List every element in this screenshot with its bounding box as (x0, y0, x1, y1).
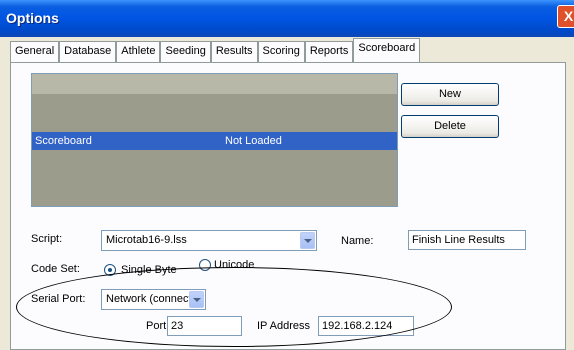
window-title: Options (6, 10, 59, 26)
serial-port-label: Serial Port: (31, 293, 86, 305)
port-field[interactable]: 23 (167, 316, 242, 336)
tab-scoring[interactable]: Scoring (257, 41, 305, 62)
ip-address-value: 192.168.2.124 (322, 320, 393, 332)
single-byte-radio[interactable] (104, 264, 116, 276)
close-icon: X (563, 8, 574, 24)
title-bar: Options X (0, 0, 574, 37)
scoreboard-list[interactable]: Scoreboard Not Loaded (31, 73, 398, 207)
script-label: Script: (31, 233, 63, 245)
script-value: Microtab16-9.lss (106, 234, 187, 246)
list-item-status: Not Loaded (225, 135, 282, 147)
serial-port-select[interactable]: Network (connect (101, 289, 206, 310)
tab-reports[interactable]: Reports (304, 41, 354, 62)
script-select[interactable]: Microtab16-9.lss (101, 230, 317, 251)
port-label: Port (146, 320, 167, 332)
delete-button[interactable]: Delete (401, 115, 499, 138)
single-byte-label: Single Byte (121, 264, 177, 276)
serial-port-value: Network (connect (106, 293, 190, 305)
scoreboard-panel: Scoreboard Not Loaded New Delete Script:… (10, 62, 566, 350)
port-value: 23 (171, 320, 184, 332)
close-button[interactable]: X (557, 5, 574, 28)
list-header (32, 74, 397, 94)
ip-address-label: IP Address (257, 320, 310, 332)
code-set-label: Code Set: (31, 263, 80, 275)
tab-seeding[interactable]: Seeding (160, 41, 211, 62)
name-field[interactable]: Finish Line Results (408, 230, 526, 250)
tab-database[interactable]: Database (59, 41, 117, 62)
unicode-radio[interactable] (199, 259, 211, 271)
new-button[interactable]: New (401, 83, 499, 106)
tab-general[interactable]: General (10, 41, 60, 62)
chevron-down-icon[interactable] (189, 291, 204, 308)
list-item-name: Scoreboard (35, 135, 92, 147)
dialog-body: General Database Athlete Seeding Results… (0, 37, 574, 350)
list-item[interactable]: Scoreboard Not Loaded (32, 132, 397, 150)
tab-athlete[interactable]: Athlete (116, 41, 161, 62)
tab-results[interactable]: Results (210, 41, 258, 62)
tab-strip: General Database Athlete Seeding Results… (10, 38, 421, 62)
chevron-down-icon[interactable] (300, 232, 315, 249)
name-value: Finish Line Results (412, 234, 505, 246)
unicode-label: Unicode (214, 259, 255, 271)
ip-address-field[interactable]: 192.168.2.124 (318, 316, 414, 336)
tab-scoreboard[interactable]: Scoreboard (353, 38, 421, 62)
name-label: Name: (341, 235, 374, 247)
